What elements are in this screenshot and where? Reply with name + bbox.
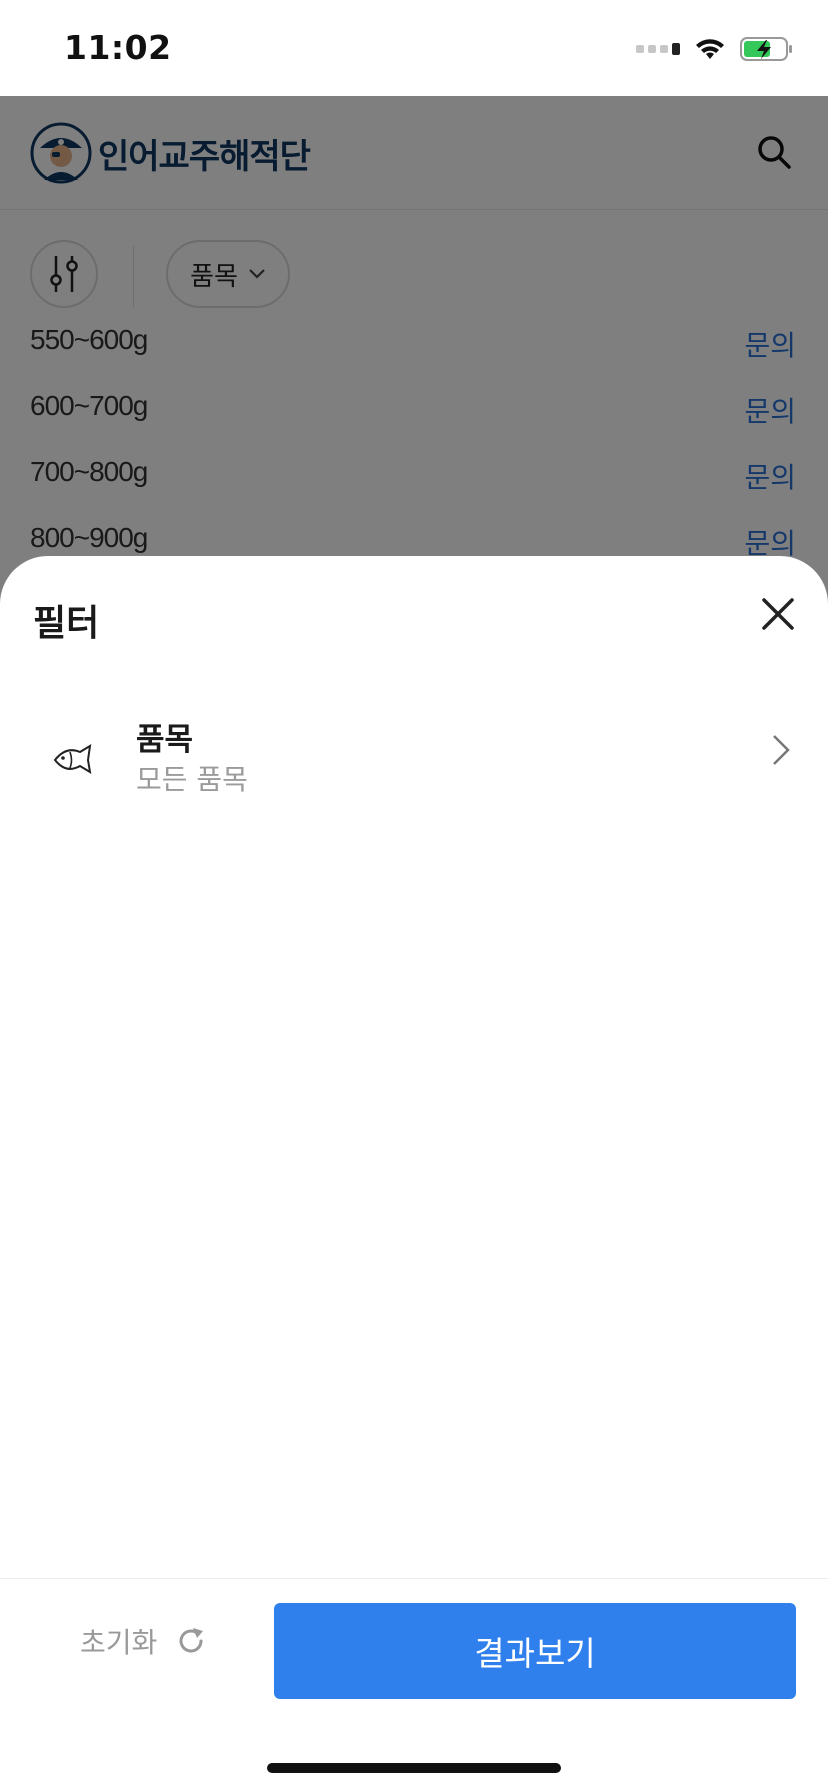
home-indicator[interactable] (267, 1763, 561, 1773)
filter-bottom-sheet: 필터 품목 모든 품목 초기화 결과보기 (0, 556, 828, 1792)
option-value: 모든 품목 (136, 763, 248, 796)
status-icons (636, 34, 794, 64)
reset-label: 초기화 (80, 1626, 158, 1659)
sheet-title: 필터 (33, 603, 100, 644)
status-bar: 11:02 (0, 0, 828, 96)
screen: 11:02 필터 품목 모든 품목 초기화 결과보기 (0, 0, 828, 1792)
fish-icon (53, 744, 92, 774)
refresh-icon (179, 1628, 204, 1653)
sheet-footer: 초기화 결과보기 (0, 1578, 828, 1792)
wifi-icon (696, 39, 724, 59)
show-results-label: 결과보기 (474, 1635, 596, 1672)
close-icon[interactable] (758, 594, 798, 634)
cellular-signal-icon (636, 43, 680, 55)
chevron-right-icon (773, 735, 790, 765)
reset-button[interactable]: 초기화 (80, 1621, 207, 1661)
battery-icon (740, 37, 792, 61)
status-time: 11:02 (64, 28, 172, 67)
product-filter-option[interactable]: 품목 모든 품목 (0, 706, 828, 816)
option-title: 품목 (136, 722, 194, 758)
show-results-button[interactable]: 결과보기 (274, 1603, 796, 1699)
